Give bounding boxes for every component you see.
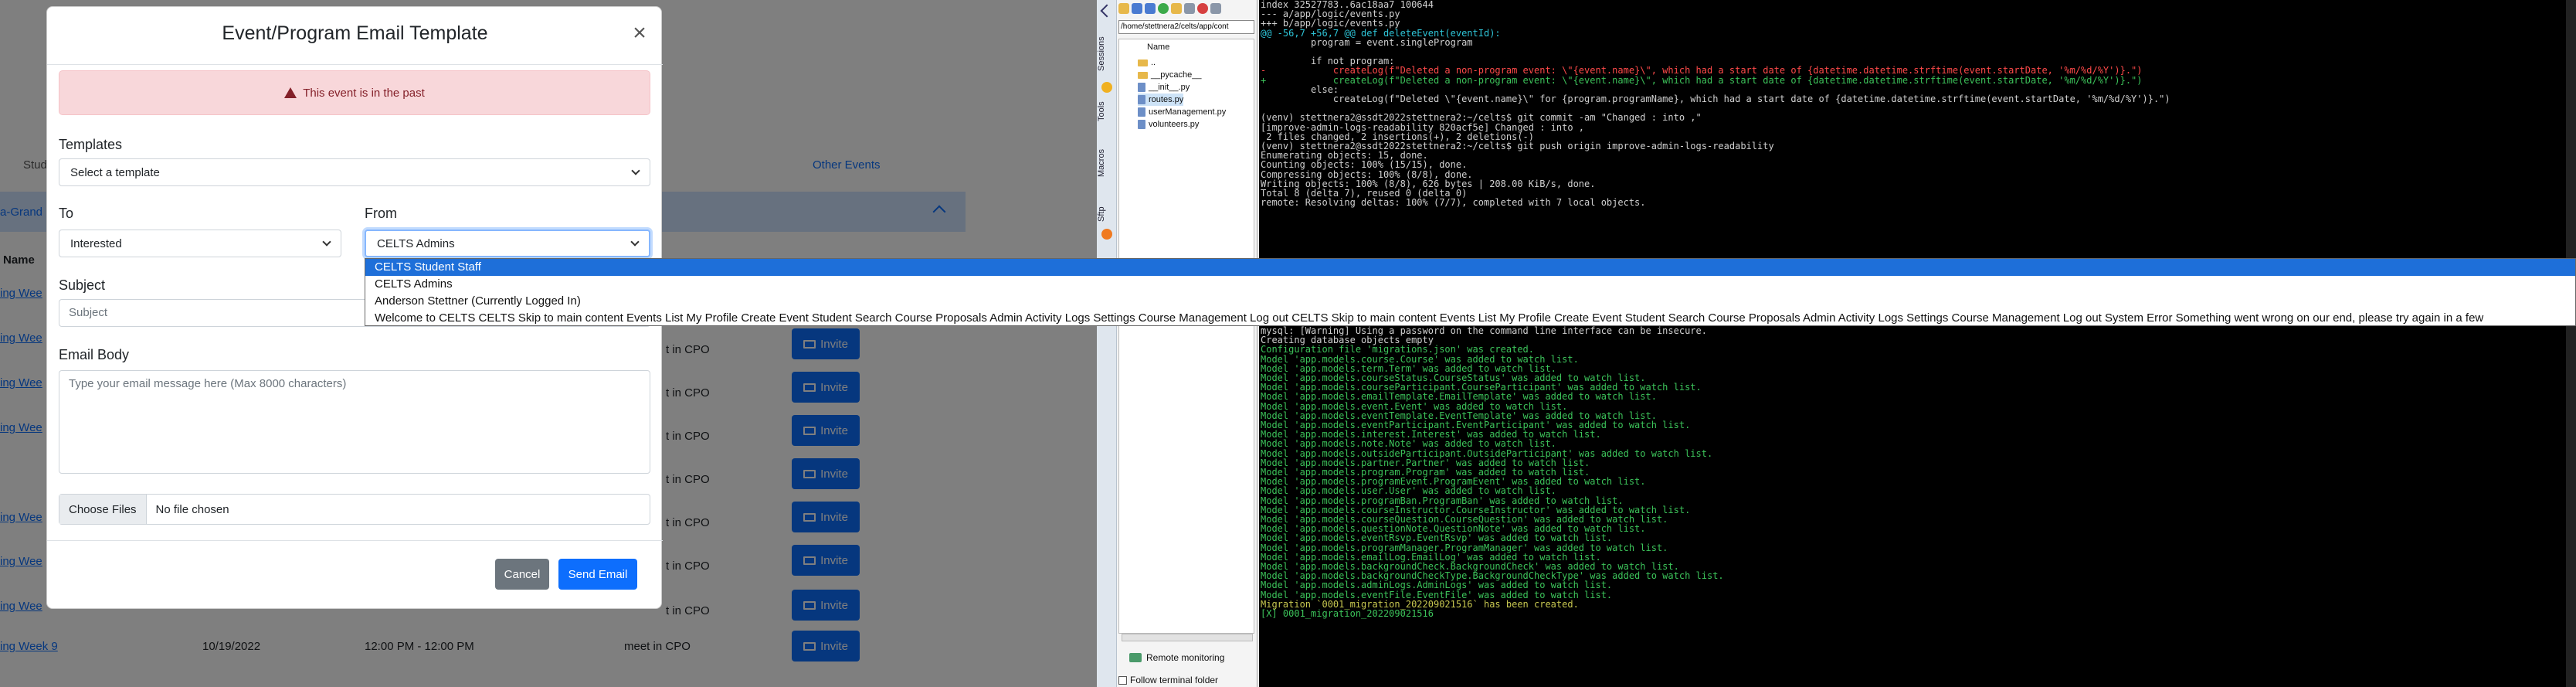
modal-title: Event/Program Email Template	[222, 22, 488, 44]
from-select[interactable]: CELTS Admins	[365, 230, 650, 257]
checkbox-icon	[1118, 675, 1127, 685]
to-select[interactable]: Interested	[59, 230, 341, 257]
terminal-line: +++ b/app/logic/events.py	[1261, 18, 1400, 29]
sftp-icon	[1101, 229, 1112, 240]
tree-item[interactable]: ..	[1138, 56, 1156, 69]
folder-icon	[1138, 59, 1148, 66]
terminal-line: + createLog(f"Deleted a non-program even…	[1261, 74, 2143, 86]
terminal-line: - createLog(f"Deleted a non-program even…	[1261, 65, 2143, 77]
warning-icon	[284, 87, 297, 98]
chevron-down-icon	[630, 237, 640, 247]
tree-item[interactable]: __pycache__	[1138, 69, 1201, 81]
terminal-line: remote: Resolving deltas: 100% (7/7), co…	[1261, 197, 1646, 209]
chevron-down-icon	[322, 237, 331, 247]
terminal-line: Model 'app.models.eventRsvp.EventRsvp' w…	[1261, 532, 1613, 544]
terminal-line: createLog(f"Deleted \"{event.name}\" for…	[1261, 94, 2170, 104]
from-dropdown-list: CELTS Student Staff CELTS Admins Anderso…	[365, 258, 2576, 326]
from-option[interactable]: Welcome to CELTS CELTS Skip to main cont…	[365, 310, 2575, 327]
file-status: No file chosen	[155, 502, 229, 516]
refresh-icon[interactable]	[1158, 3, 1169, 14]
tab-macros[interactable]: Macros	[1097, 145, 1117, 181]
sftp-toolbar	[1118, 3, 1256, 17]
sftp-path-input[interactable]: /home/stettnera2/celts/app/cont	[1118, 20, 1254, 34]
chevron-down-icon	[631, 166, 640, 175]
terminal-line: @@ -56,7 +56,7 @@ def deleteEvent(eventI…	[1261, 27, 1501, 39]
terminal-line: Model 'app.models.programManager.Program…	[1261, 542, 1668, 553]
terminal-line: Model 'app.models.course.Course' was add…	[1261, 353, 1579, 365]
terminal-line: Model 'app.models.adminLogs.AdminLogs' w…	[1261, 580, 1613, 591]
monitor-icon	[1129, 653, 1142, 662]
from-label: From	[365, 206, 397, 221]
file-input[interactable]: Choose Files No file chosen	[59, 494, 650, 525]
templates-select[interactable]: Select a template	[59, 158, 650, 186]
terminal-line: Model 'app.models.programBan.ProgramBan'…	[1261, 495, 1624, 506]
tree-item[interactable]: routes.py	[1138, 94, 1184, 106]
choose-files-button[interactable]: Choose Files	[59, 495, 147, 524]
subject-label: Subject	[59, 277, 106, 293]
download-icon[interactable]	[1132, 3, 1142, 14]
tree-hscrollbar[interactable]	[1122, 634, 1253, 641]
terminal-line: program = event.singleProgram	[1261, 36, 1473, 48]
from-option[interactable]: CELTS Admins	[365, 276, 2575, 293]
tab-sftp[interactable]: Sftp	[1097, 201, 1117, 227]
email-body-textarea[interactable]: Type your email message here (Max 8000 c…	[59, 370, 650, 474]
terminal-line: [X] 0001_migration_202209021516	[1261, 608, 1434, 619]
upload-icon[interactable]	[1145, 3, 1156, 14]
remote-monitoring-button[interactable]: Remote monitoring	[1129, 649, 1253, 666]
terminal-scrollbar[interactable]	[2566, 0, 2576, 258]
tree-item[interactable]: __init__.py	[1138, 81, 1190, 94]
terminal-line: Model 'app.models.user.User' was added t…	[1261, 485, 1556, 497]
new-file-icon[interactable]	[1184, 3, 1195, 14]
cancel-button[interactable]: Cancel	[495, 559, 549, 590]
terminal-line: Model 'app.models.note.Note' was added t…	[1261, 438, 1556, 450]
tree-item[interactable]: volunteers.py	[1138, 118, 1199, 131]
divider	[47, 64, 663, 65]
python-file-icon	[1138, 107, 1145, 117]
terminal-line: (venv) stettnera2@ssdt2022stettnera2:~/c…	[1261, 112, 1702, 124]
delete-icon[interactable]	[1197, 3, 1208, 14]
python-file-icon	[1138, 83, 1145, 93]
sftp-file-tree: Name .. __pycache__ __init__.py routes.p…	[1118, 39, 1254, 634]
email-body-label: Email Body	[59, 347, 130, 362]
folder-icon	[1138, 71, 1148, 79]
tree-header[interactable]: Name	[1147, 41, 1169, 53]
follow-terminal-folder-checkbox[interactable]: Follow terminal folder	[1118, 674, 1254, 686]
python-file-icon	[1138, 95, 1145, 105]
tree-item[interactable]: userManagement.py	[1138, 106, 1226, 118]
terminal-pane-bottom[interactable]: mysql: [Warning] Using a password on the…	[1259, 326, 2576, 687]
terminal-line: Model 'app.models.event.Event' was added…	[1261, 400, 1568, 412]
terminal-line: Configuration file 'migrations.json' was…	[1261, 344, 1535, 355]
star-icon	[1101, 82, 1112, 93]
terminal-line: Compressing objects: 100% (8/8), done.	[1261, 168, 1473, 180]
tab-sessions[interactable]: Sessions	[1097, 31, 1117, 77]
divider	[47, 540, 663, 541]
properties-icon[interactable]	[1210, 3, 1221, 14]
terminal-line: Counting objects: 100% (15/15), done.	[1261, 159, 1468, 171]
tab-tools[interactable]: Tools	[1097, 96, 1117, 127]
past-event-alert: This event is in the past	[59, 70, 650, 115]
terminal-pane-top[interactable]: index 32527783..6ac18aa7 100644 --- a/app…	[1259, 0, 2576, 258]
to-label: To	[59, 206, 74, 221]
python-file-icon	[1138, 120, 1145, 130]
folder-up-icon[interactable]	[1118, 3, 1129, 14]
send-email-button[interactable]: Send Email	[558, 559, 637, 590]
close-icon[interactable]: ×	[628, 22, 651, 46]
terminal-scrollbar[interactable]	[2566, 326, 2576, 687]
new-folder-icon[interactable]	[1171, 3, 1182, 14]
from-option[interactable]: Anderson Stettner (Currently Logged In)	[365, 293, 2575, 310]
terminal-line: Model 'app.models.outsideParticipant.Out…	[1261, 447, 1713, 459]
terminal-line: Model 'app.models.eventFile.EventFile' w…	[1261, 589, 1613, 600]
from-option[interactable]: CELTS Student Staff	[365, 259, 2575, 276]
browser-window: Stud Other Events a-Grand Name ing Wee i…	[0, 0, 1097, 687]
terminal-line: [improve-admin-logs-readability 820acf5e…	[1261, 121, 1585, 133]
templates-label: Templates	[59, 137, 123, 152]
terminal-line: Model 'app.models.emailTemplate.EmailTem…	[1261, 391, 1657, 403]
